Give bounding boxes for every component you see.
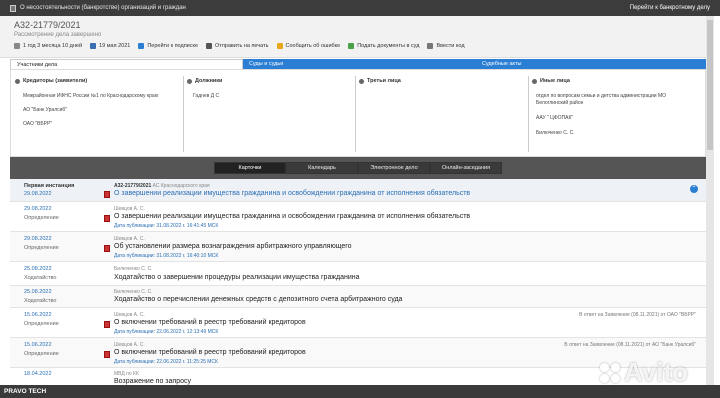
report-error-button[interactable]: Сообщить об ошибке [276, 43, 340, 49]
case-status: Рассмотрение дела завершено [14, 32, 102, 38]
person-icon [359, 78, 364, 84]
tab-acts[interactable]: Судебные акты [476, 59, 706, 69]
list-item: 29.08.2022 Определение Шевцов А. С. Об у… [10, 232, 706, 262]
plaintiffs-column: Кредиторы (заявители) Межрайонная ИФНС Р… [15, 70, 180, 158]
print-button[interactable]: Отправить на печать [206, 43, 269, 49]
participants-panel: Кредиторы (заявители) Межрайонная ИФНС Р… [10, 69, 706, 157]
others-title: Иные лица [540, 78, 570, 84]
enter-code-button[interactable]: Ввести код [427, 43, 465, 49]
plaintiff-2[interactable]: АО "Банк Уралсиб" [23, 107, 180, 114]
plaintiffs-title: Кредиторы (заявители) [23, 78, 88, 84]
third-parties-title: Третьи лица [367, 78, 401, 84]
avito-logo-icon [600, 362, 620, 383]
other-1[interactable]: отдел по вопросам семьи и детства админи… [536, 93, 696, 107]
instance-number: А32-21779/2021 [114, 183, 152, 189]
nav-online-hearings[interactable]: Онлайн-заседания [430, 162, 502, 174]
list-item: 25.08.2022 Ходатайство Билюченко С. С. Х… [10, 286, 706, 308]
pdf-icon[interactable] [104, 191, 110, 198]
subscribe-button[interactable]: Перейти к подписке [138, 43, 198, 49]
nav-electronic-case[interactable]: Электронное дело [358, 162, 430, 174]
code-icon [427, 43, 434, 49]
event-title[interactable]: О завершении реализации имущества гражда… [114, 213, 470, 220]
divider [355, 76, 356, 152]
pdf-icon[interactable] [104, 215, 110, 222]
pdf-icon[interactable] [104, 351, 110, 358]
event-title[interactable]: О включении требований в реестр требован… [114, 319, 306, 326]
pdf-icon[interactable] [104, 321, 110, 328]
date-item: 19 мая 2021 [90, 43, 130, 49]
nav-cards[interactable]: Карточки [214, 162, 286, 174]
event-title[interactable]: Возражение по запросу [114, 378, 191, 385]
scrollbar[interactable] [706, 16, 714, 398]
event-title[interactable]: Об установлении размера вознаграждения а… [114, 243, 352, 250]
divider [183, 76, 184, 152]
duration-item: 1 год 3 месяца 10 дней [14, 43, 82, 49]
collapse-icon[interactable]: ⌃ [690, 185, 698, 193]
upload-icon [348, 43, 355, 49]
tab-participants[interactable]: Участники дела [10, 59, 243, 69]
top-bar: О несостоятельности (банкротстве) органи… [0, 0, 720, 16]
print-icon [206, 43, 213, 49]
scrollbar-thumb[interactable] [707, 20, 713, 150]
page: О несостоятельности (банкротстве) органи… [0, 0, 720, 398]
instance-kind: Первая инстанция [24, 183, 75, 189]
plaintiff-1[interactable]: Межрайонная ИФНС России №1 по Краснодарс… [23, 93, 180, 100]
document-icon [10, 4, 16, 12]
instance-date: 29.08.2022 [24, 191, 52, 197]
list-item: 29.08.2022 Определение Шевцов А. С. О за… [10, 202, 706, 232]
list-item: 15.06.2022 Определение Шевцов А. С. В от… [10, 308, 706, 338]
event-title[interactable]: Ходатайство о перечислении денежных сред… [114, 296, 402, 303]
case-number: А32-21779/2021 [14, 20, 81, 30]
event-title[interactable]: О включении требований в реестр требован… [114, 349, 306, 356]
defendants-title: Должники [195, 78, 223, 84]
shield-icon [138, 43, 145, 49]
watermark-text: Avito [624, 357, 689, 387]
case-tabs: Участники дела Суды и судьи Судебные акт… [10, 59, 706, 69]
clock-icon [14, 43, 20, 49]
case-events-list: Первая инстанция 29.08.2022 А32-21779/20… [10, 179, 706, 385]
instance-header[interactable]: Первая инстанция 29.08.2022 А32-21779/20… [10, 179, 706, 202]
bankruptcy-case-link[interactable]: Перейти к банкротному делу [630, 5, 710, 11]
warning-icon [276, 43, 283, 49]
other-2[interactable]: ААУ " ЦФОПАК" [536, 115, 702, 122]
plaintiff-3[interactable]: ОАО "ВБРР" [23, 121, 180, 128]
case-header: А32-21779/2021 Рассмотрение дела заверше… [0, 16, 712, 58]
instance-title[interactable]: О завершении реализации имущества гражда… [114, 190, 470, 197]
defendant-1[interactable]: Гаднев Д С [193, 93, 357, 100]
view-switcher: Карточки Календарь Электронное дело Онла… [10, 157, 706, 179]
third-parties-column: Третьи лица [359, 70, 529, 158]
case-toolbar: 1 год 3 месяца 10 дней 19 мая 2021 Перей… [14, 43, 465, 49]
watermark: Avito [600, 357, 688, 388]
defendants-column: Должники Гаднев Д С [187, 70, 357, 158]
calendar-icon [90, 43, 97, 49]
footer: PRAVO TECH [0, 385, 720, 398]
tab-courts[interactable]: Суды и судьи [243, 59, 476, 69]
pdf-icon[interactable] [104, 245, 110, 252]
divider [528, 76, 529, 152]
nav-calendar[interactable]: Календарь [286, 162, 358, 174]
other-3[interactable]: Билюченко С. С. [536, 130, 702, 137]
others-column: Иные лица отдел по вопросам семьи и детс… [532, 70, 702, 158]
event-title[interactable]: Ходатайство о завершении процедуры реали… [114, 274, 360, 281]
submit-documents-button[interactable]: Подать документы в суд [348, 43, 419, 49]
person-icon [187, 78, 192, 84]
instance-court: АС Краснодарского края [152, 183, 210, 189]
group-icon [15, 78, 20, 84]
list-item: 25.08.2022 Ходатайство Билюченко С. С. Х… [10, 262, 706, 286]
top-bar-title: О несостоятельности (банкротстве) органи… [20, 5, 186, 11]
person-icon [532, 78, 537, 84]
